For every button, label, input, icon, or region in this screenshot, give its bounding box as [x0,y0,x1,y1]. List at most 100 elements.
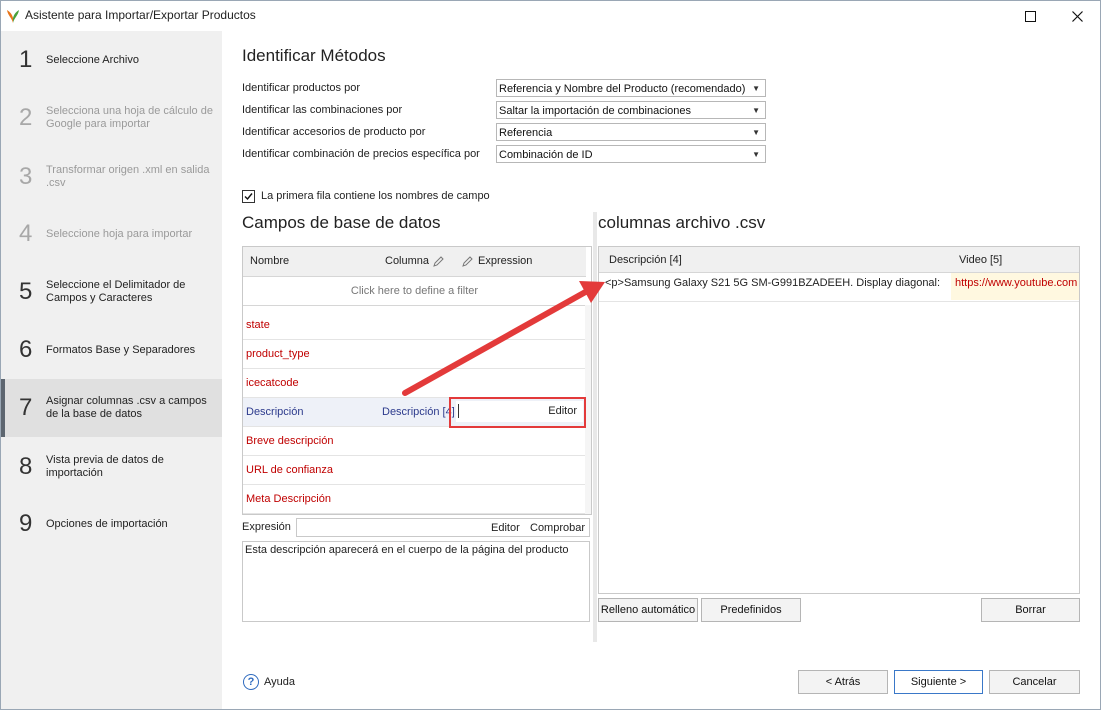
step-label: Asignar columnas .csv a campos de la bas… [46,395,207,420]
expression-field[interactable]: Editor Comprobar [296,518,590,537]
field-name: Meta Descripción [246,493,331,505]
help-icon[interactable]: ? [243,674,259,690]
step-label: Seleccione el Delimitador de Campos y Ca… [46,279,186,304]
column-header-expression[interactable]: Expression [478,255,532,267]
expression-check-button[interactable]: Comprobar [530,522,585,534]
field-name: Descripción [246,406,304,418]
identify-methods-title: Identificar Métodos [242,46,386,65]
expression-editor-button[interactable]: Editor [491,522,520,534]
step-number: 9 [19,510,33,537]
first-row-headers-label: La primera fila contiene los nombres de … [261,190,490,202]
app-logo-icon [7,10,19,23]
identify-specific-price-select[interactable]: Combinación de ID ▼ [496,145,766,163]
step-number: 8 [19,453,33,480]
autofill-button[interactable]: Relleno automático [598,598,698,622]
step-7[interactable]: 7 Asignar columnas .csv a campos de la b… [1,379,222,437]
csv-cell-description[interactable]: <p>Samsung Galaxy S21 5G SM-G991BZADEEH.… [605,277,945,289]
select-value: Referencia y Nombre del Producto (recome… [499,83,746,95]
field-name: URL de confianza [246,464,334,476]
csv-columns-grid: Descripción [4] Video [5] <p>Samsung Gal… [598,246,1080,594]
step-label: Vista previa de datos de importación [46,454,164,479]
annotation-highlight-box [449,397,586,428]
csv-cell-video-text: https://www.youtube.com [955,277,1078,289]
column-header-name[interactable]: Nombre [250,255,289,267]
step-label: Opciones de importación [46,517,168,530]
identify-accessories-select[interactable]: Referencia ▼ [496,123,766,141]
pencil-icon [462,256,473,267]
cancel-button[interactable]: Cancelar [989,670,1080,694]
dropdown-arrow-icon: ▼ [752,106,760,115]
table-row[interactable]: icecatcode [243,369,586,398]
close-icon [1071,10,1083,22]
filter-row[interactable]: Click here to define a filter [243,277,586,306]
field-description-box: Esta descripción aparecerá en el cuerpo … [242,541,590,622]
db-fields-title: Campos de base de datos [242,213,441,232]
checkmark-icon [244,193,253,201]
step-number: 5 [19,278,33,305]
presets-button[interactable]: Predefinidos [701,598,801,622]
table-row[interactable]: URL de confianza [243,456,586,485]
next-button[interactable]: Siguiente > [894,670,983,694]
select-value: Combinación de ID [499,149,593,161]
delete-button[interactable]: Borrar [981,598,1080,622]
select-value: Saltar la importación de combinaciones [499,105,691,117]
step-label: Selecciona una hoja de cálculo de Google… [46,105,213,130]
step-label: Formatos Base y Separadores [46,343,196,356]
table-row[interactable]: product_type [243,340,586,369]
grid-header: Nombre Columna Expression [243,247,586,277]
step-9[interactable]: 9 Opciones de importación [1,495,222,553]
step-6[interactable]: 6 Formatos Base y Separadores [1,321,222,379]
wizard-steps-sidebar: 1 Seleccione Archivo 2 Selecciona una ho… [1,31,222,709]
db-fields-grid: Nombre Columna Expression Click here to … [242,246,592,515]
field-name: Breve descripción [246,435,334,447]
help-link[interactable]: Ayuda [264,676,295,688]
csv-columns-title: columnas archivo .csv [598,213,766,232]
identify-combinations-select[interactable]: Saltar la importación de combinaciones ▼ [496,101,766,119]
step-number: 3 [19,163,33,190]
step-4: 4 Seleccione hoja para importar [1,205,222,263]
step-number: 7 [19,394,33,421]
field-name: icecatcode [246,377,299,389]
csv-column-header[interactable]: Video [5] [959,254,1002,266]
identify-accessories-label: Identificar accesorios de producto por [242,126,426,138]
field-name: product_type [246,348,310,360]
first-row-headers-checkbox[interactable] [242,190,255,203]
csv-cell-video[interactable]: https://www.youtube.com [951,273,1079,300]
step-2: 2 Selecciona una hoja de cálculo de Goog… [1,89,222,147]
step-number: 4 [19,220,33,247]
maximize-button[interactable] [1010,4,1050,28]
maximize-icon [1024,10,1036,22]
csv-data-row[interactable]: <p>Samsung Galaxy S21 5G SM-G991BZADEEH.… [599,273,1079,302]
table-row[interactable]: state [243,311,586,340]
mapped-column: Descripción [4] [382,406,455,418]
step-8[interactable]: 8 Vista previa de datos de importación [1,438,222,496]
dropdown-arrow-icon: ▼ [752,84,760,93]
wizard-window: Asistente para Importar/Exportar Product… [0,0,1101,710]
grid-header: Descripción [4] Video [5] [599,247,1079,273]
identify-combinations-label: Identificar las combinaciones por [242,104,403,116]
step-number: 1 [19,46,33,73]
select-value: Referencia [499,127,553,139]
window-title: Asistente para Importar/Exportar Product… [25,8,256,22]
step-number: 2 [19,104,33,131]
back-button[interactable]: < Atrás [798,670,888,694]
step-5[interactable]: 5 Seleccione el Delimitador de Campos y … [1,263,222,321]
step-3: 3 Transformar origen .xml en salida .csv [1,148,222,206]
pencil-icon [433,256,444,267]
step-label: Seleccione Archivo [46,53,139,66]
identify-specific-price-label: Identificar combinación de precios espec… [242,148,480,160]
identify-products-select[interactable]: Referencia y Nombre del Producto (recome… [496,79,766,97]
dropdown-arrow-icon: ▼ [752,150,760,159]
expression-label: Expresión [242,521,291,533]
step-1[interactable]: 1 Seleccione Archivo [1,31,222,89]
column-header-column[interactable]: Columna [385,255,429,267]
step-label: Seleccione hoja para importar [46,227,193,240]
dropdown-arrow-icon: ▼ [752,128,760,137]
title-bar: Asistente para Importar/Exportar Product… [1,1,1100,31]
identify-products-label: Identificar productos por [242,82,361,94]
table-row[interactable]: Breve descripción [243,427,586,456]
table-row[interactable]: Meta Descripción [243,485,586,514]
csv-column-header[interactable]: Descripción [4] [609,254,682,266]
step-number: 6 [19,336,33,363]
close-button[interactable] [1057,4,1097,28]
